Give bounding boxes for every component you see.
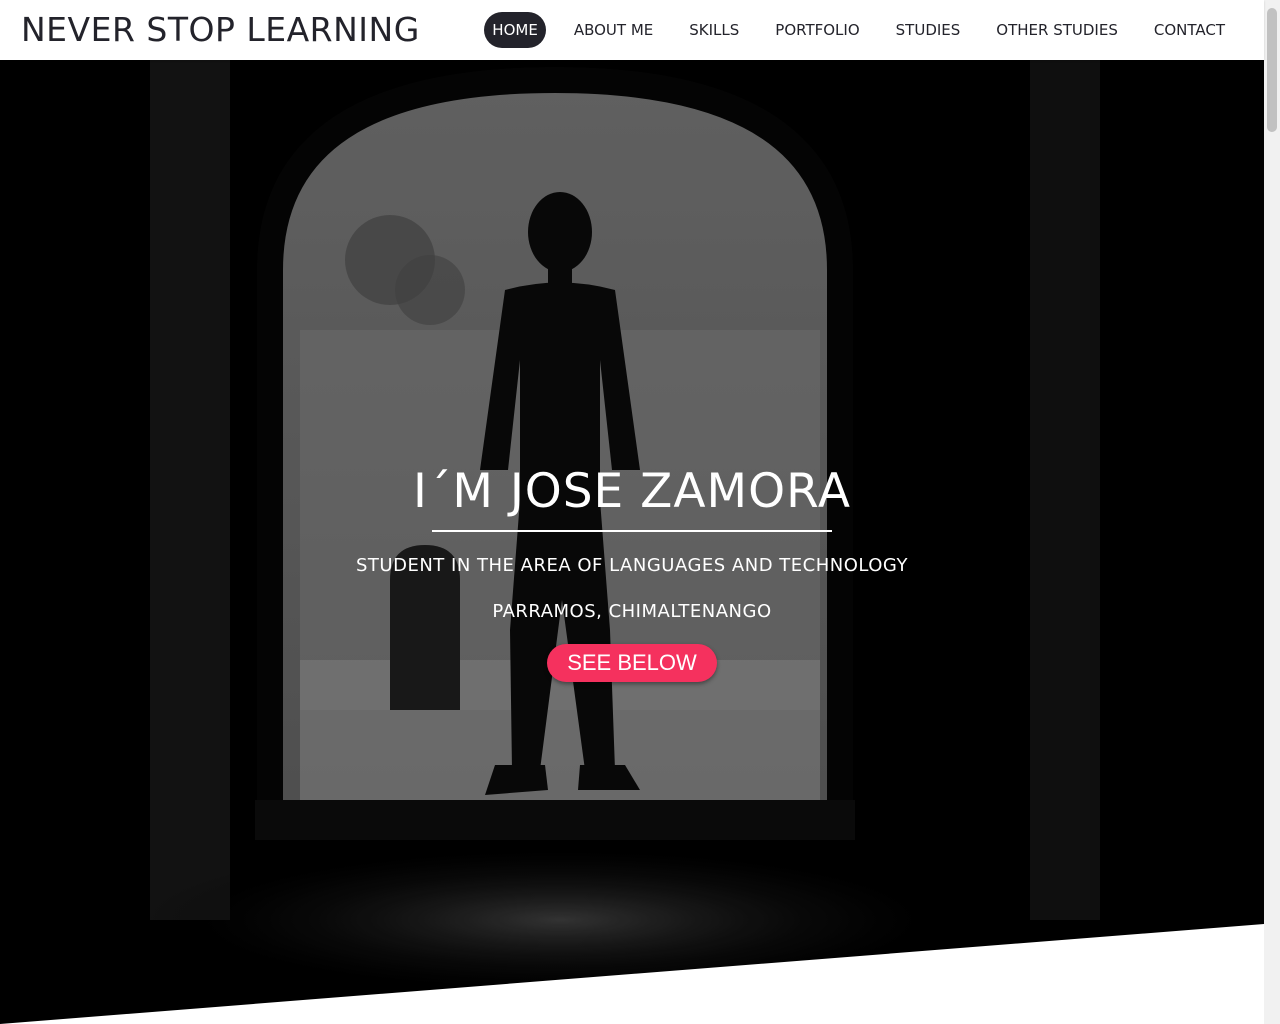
- nav-link-other-studies[interactable]: OTHER STUDIES: [978, 12, 1136, 48]
- hero-title: I´M JOSE ZAMORA: [413, 464, 851, 519]
- hero-subtitle: STUDENT IN THE AREA OF LANGUAGES AND TEC…: [356, 555, 908, 576]
- nav-link-portfolio[interactable]: PORTFOLIO: [757, 12, 877, 48]
- section-slant-divider: [0, 924, 1264, 1024]
- navbar: NEVER STOP LEARNING HOME ABOUT ME SKILLS…: [0, 0, 1264, 60]
- nav-menu: HOME ABOUT ME SKILLS PORTFOLIO STUDIES O…: [484, 12, 1243, 48]
- nav-link-about-me[interactable]: ABOUT ME: [556, 12, 671, 48]
- title-divider: [432, 530, 832, 532]
- nav-link-studies[interactable]: STUDIES: [878, 12, 979, 48]
- hero-location: PARRAMOS, CHIMALTENANGO: [492, 601, 772, 622]
- nav-link-skills[interactable]: SKILLS: [671, 12, 757, 48]
- nav-link-home[interactable]: HOME: [484, 12, 546, 48]
- hero-section: I´M JOSE ZAMORA STUDENT IN THE AREA OF L…: [0, 60, 1264, 1024]
- nav-link-contact[interactable]: CONTACT: [1136, 12, 1243, 48]
- scrollbar-thumb[interactable]: [1267, 8, 1277, 132]
- see-below-button[interactable]: SEE BELOW: [547, 644, 717, 682]
- vertical-scrollbar[interactable]: [1264, 0, 1280, 1024]
- hero-content: I´M JOSE ZAMORA STUDENT IN THE AREA OF L…: [0, 460, 1264, 682]
- site-brand[interactable]: NEVER STOP LEARNING: [21, 9, 420, 51]
